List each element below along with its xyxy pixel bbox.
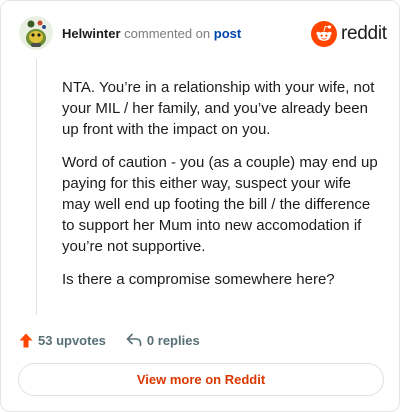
commented-on-text: commented on xyxy=(124,26,211,41)
post-link[interactable]: post xyxy=(214,26,241,41)
reddit-logo[interactable]: reddit xyxy=(311,21,387,47)
reply-arrow-icon xyxy=(126,333,142,347)
upvote-arrow-icon xyxy=(19,333,33,347)
comment-paragraph: Word of caution - you (as a couple) may … xyxy=(62,154,378,255)
thread-line xyxy=(36,59,37,315)
replies-button[interactable]: 0 replies xyxy=(126,333,200,348)
embedded-comment-card: Helwinter commented on post reddit NTA. … xyxy=(0,0,400,412)
author-name[interactable]: Helwinter xyxy=(62,26,121,41)
comment-body: NTA. You’re in a relationship with your … xyxy=(62,77,382,302)
comment-paragraph: Is there a compromise somewhere here? xyxy=(62,271,335,288)
comment-header: Helwinter commented on post xyxy=(62,27,241,41)
comment-paragraph: NTA. You’re in a relationship with your … xyxy=(62,79,375,138)
reddit-wordmark: reddit xyxy=(341,23,387,44)
user-avatar[interactable] xyxy=(19,16,53,50)
view-more-button[interactable]: View more on Reddit xyxy=(18,363,384,396)
comment-actions: 53 upvotes 0 replies xyxy=(19,332,200,348)
upvote-button[interactable]: 53 upvotes xyxy=(19,333,106,348)
reddit-snoo-icon xyxy=(311,21,337,47)
upvote-count: 53 upvotes xyxy=(38,332,106,348)
reply-count: 0 replies xyxy=(146,332,200,348)
